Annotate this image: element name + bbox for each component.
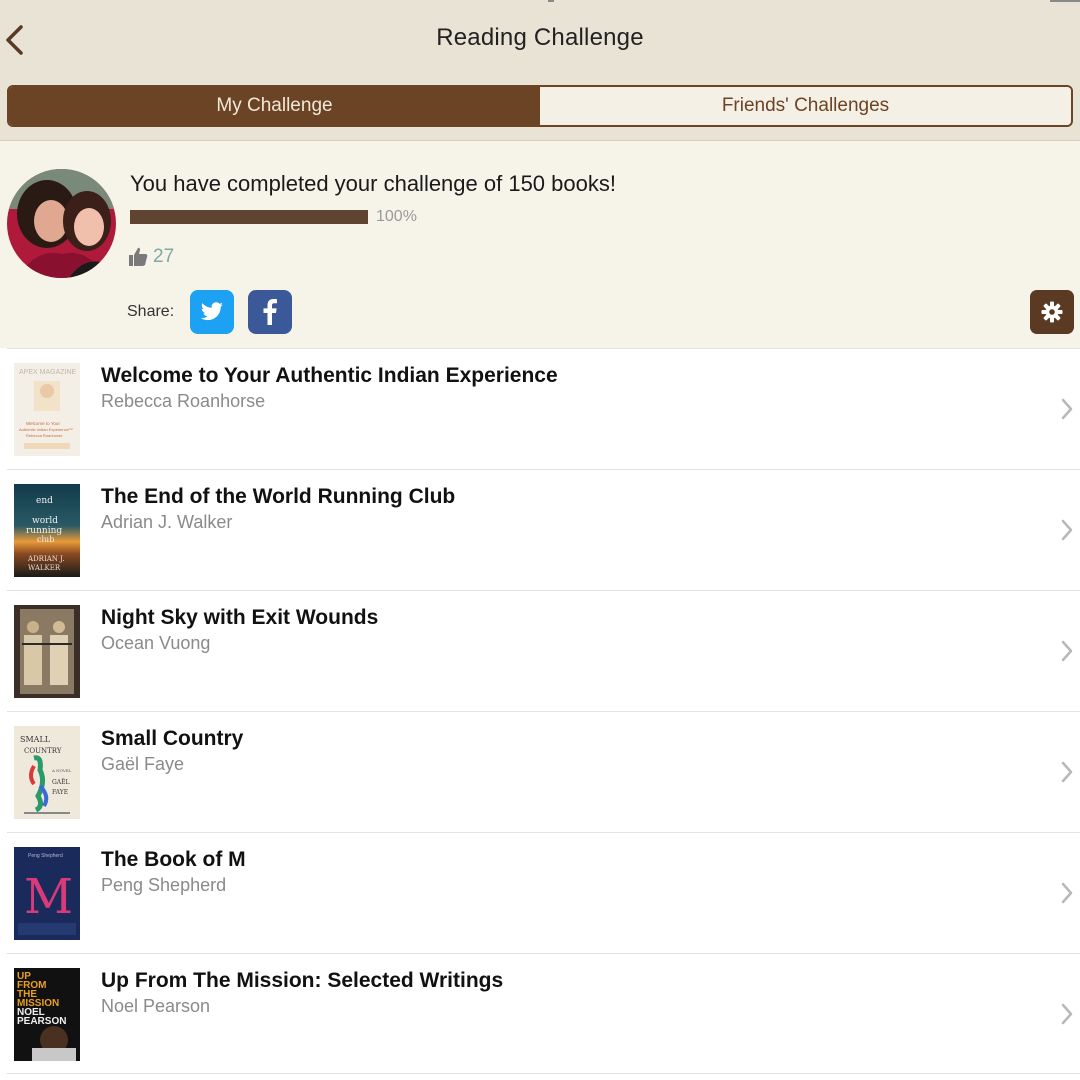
gear-icon	[1041, 301, 1063, 323]
cover-text: M	[24, 869, 73, 925]
chevron-right-icon	[1061, 640, 1073, 662]
thumbs-up-icon	[129, 247, 148, 266]
book-title: The Book of M	[101, 848, 246, 871]
cover-text: world	[32, 516, 58, 526]
twitter-icon	[201, 302, 223, 321]
book-row[interactable]: SMALL COUNTRY A NOVEL GAËL FAYE Small Co…	[7, 711, 1080, 832]
challenge-summary: You have completed your challenge of 150…	[0, 141, 1080, 348]
cover-text: PEARSON	[17, 1016, 66, 1027]
tab-friends-challenges[interactable]: Friends' Challenges	[540, 87, 1071, 125]
chevron-right-icon	[1061, 519, 1073, 541]
book-title: Up From The Mission: Selected Writings	[101, 969, 504, 992]
page-title: Reading Challenge	[436, 24, 644, 51]
book-author: Adrian J. Walker	[101, 512, 233, 532]
book-cover: end world running club ADRIAN J. WALKER	[14, 484, 80, 577]
book-author: Peng Shepherd	[101, 875, 227, 895]
book-author: Rebecca Roanhorse	[101, 391, 266, 411]
book-row[interactable]: Peng Shepherd M The Book of M Peng Sheph…	[7, 832, 1080, 953]
progress-bar	[130, 210, 368, 224]
cover-text: ADRIAN J.	[27, 555, 65, 563]
chevron-right-icon	[1061, 761, 1073, 783]
avatar-photo	[7, 169, 116, 278]
book-row[interactable]: APEX MAGAZINE Welcome to Your Authentic …	[7, 348, 1080, 469]
cover-text: WALKER	[28, 564, 61, 572]
tab-my-challenge[interactable]: My Challenge	[9, 87, 540, 125]
book-title: The End of the World Running Club	[101, 485, 456, 508]
book-cover: APEX MAGAZINE Welcome to Your Authentic …	[14, 363, 80, 456]
status-bar-fragment	[1050, 0, 1080, 2]
cover-text: club	[37, 535, 54, 544]
cover-text: APEX MAGAZINE	[19, 369, 77, 376]
chevron-right-icon	[1061, 882, 1073, 904]
book-author: Gaël Faye	[101, 754, 185, 774]
book-title: Night Sky with Exit Wounds	[101, 606, 379, 629]
cover-text: COUNTRY	[24, 747, 62, 755]
facebook-share-button[interactable]	[248, 290, 292, 334]
cover-text: GAËL	[52, 779, 70, 786]
book-cover: Peng Shepherd M	[14, 847, 80, 940]
status-bar-fragment	[548, 0, 554, 2]
book-row[interactable]: UP FROM THE MISSION NOEL PEARSON Up From…	[7, 953, 1080, 1074]
likes-count: 27	[153, 246, 175, 267]
twitter-share-button[interactable]	[190, 290, 234, 334]
cover-text: Rebecca Roanhorse	[26, 433, 63, 438]
chevron-right-icon	[1061, 1003, 1073, 1025]
navigation-bar: Reading Challenge My Challenge Friends' …	[0, 0, 1080, 141]
book-cover: SMALL COUNTRY A NOVEL GAËL FAYE	[14, 726, 80, 819]
cover-text: Peng Shepherd	[28, 853, 63, 859]
book-author: Ocean Vuong	[101, 633, 211, 653]
book-author: Noel Pearson	[101, 996, 211, 1016]
cover-text: end	[36, 496, 53, 506]
book-list: APEX MAGAZINE Welcome to Your Authentic …	[0, 348, 1080, 1074]
challenge-tabs: My Challenge Friends' Challenges	[7, 85, 1073, 127]
cover-text: FAYE	[52, 789, 68, 796]
book-row[interactable]: end world running club ADRIAN J. WALKER …	[7, 469, 1080, 590]
facebook-icon	[263, 299, 277, 325]
progress-percent: 100%	[376, 208, 417, 225]
cover-text: Authentic Indian Experience™	[19, 427, 73, 432]
book-cover	[14, 605, 80, 698]
completion-message: You have completed your challenge of 150…	[130, 171, 616, 196]
like-button[interactable]: 27	[128, 246, 174, 268]
progress-fill	[130, 210, 368, 224]
book-title: Welcome to Your Authentic Indian Experie…	[101, 364, 558, 387]
share-label: Share:	[127, 303, 175, 320]
cover-text: SMALL	[20, 735, 51, 744]
avatar[interactable]	[7, 169, 116, 278]
challenge-settings-button[interactable]	[1030, 290, 1074, 334]
chevron-right-icon	[1061, 398, 1073, 420]
book-row[interactable]: Night Sky with Exit Wounds Ocean Vuong	[7, 590, 1080, 711]
cover-text: Welcome to Your	[26, 421, 60, 426]
cover-text: A NOVEL	[51, 768, 72, 773]
book-title: Small Country	[101, 727, 244, 750]
book-cover: UP FROM THE MISSION NOEL PEARSON	[14, 968, 80, 1061]
